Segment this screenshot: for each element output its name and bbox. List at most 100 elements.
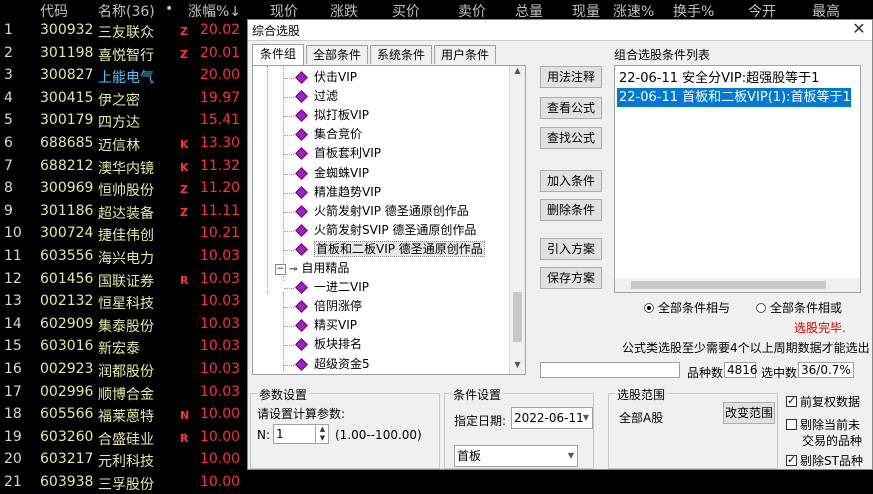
tree-item[interactable]: 伏击VIP bbox=[295, 68, 357, 87]
tab-condition-group[interactable]: 条件组 bbox=[252, 44, 304, 65]
date-picker[interactable]: 2022-06-11 ▼ bbox=[511, 407, 593, 429]
tree-item-label: 精准趋势VIP bbox=[314, 184, 381, 199]
table-row[interactable]: 7 688212 澳华内镜 K 11.32 bbox=[0, 156, 250, 179]
col-code[interactable]: 代码 bbox=[40, 1, 68, 21]
stock-name: 恒帅股份 bbox=[98, 183, 154, 200]
table-row[interactable]: 12 601456 国联证券 R 10.03 bbox=[0, 269, 250, 292]
col-change[interactable]: 涨跌 bbox=[330, 1, 358, 21]
table-row[interactable]: 6 688685 迈信林 K 13.30 bbox=[0, 133, 250, 156]
scroll-up-icon[interactable]: ▲ bbox=[510, 66, 525, 80]
table-row[interactable]: 15 603016 新宏泰 10.03 bbox=[0, 336, 250, 359]
col-open[interactable]: 今开 bbox=[748, 1, 776, 21]
add-condition-button[interactable]: 加入条件 bbox=[540, 170, 602, 192]
chevron-down-icon[interactable]: ▼ bbox=[568, 446, 574, 466]
table-row[interactable]: 21 603938 三孚股份 10.00 bbox=[0, 472, 250, 494]
view-formula-button[interactable]: 查看公式 bbox=[540, 97, 602, 119]
change-scope-button[interactable]: 改变范围 bbox=[723, 402, 775, 424]
stock-pct: 20.00 bbox=[200, 67, 241, 84]
find-formula-button[interactable]: 查找公式 bbox=[540, 127, 602, 149]
table-row[interactable]: 9 301186 超达装备 Z 11.11 bbox=[0, 201, 250, 224]
tree-group-node[interactable]: − ⊸ 自用精品 bbox=[275, 259, 349, 278]
condition-list-hscroll[interactable] bbox=[615, 278, 860, 292]
tree-item[interactable]: 集合竞价 bbox=[295, 125, 362, 144]
collapse-icon[interactable]: − bbox=[275, 264, 286, 275]
exclude-st-checkbox[interactable]: 剔除ST品种 bbox=[786, 452, 863, 469]
close-icon[interactable]: ✕ bbox=[850, 20, 868, 38]
select-value: 首板 bbox=[457, 449, 482, 463]
stock-pct: 11.20 bbox=[200, 180, 241, 197]
col-cur-vol[interactable]: 现量 bbox=[572, 1, 600, 21]
tree-item[interactable]: 首板套利VIP bbox=[295, 144, 381, 163]
row-index: 14 bbox=[4, 315, 22, 332]
condition-list-hscroll-thumb[interactable] bbox=[631, 281, 826, 289]
col-volume[interactable]: 总量 bbox=[515, 1, 543, 21]
param-group-title: 参数设置 bbox=[257, 386, 310, 403]
tree-item[interactable]: 火箭发射VIP 德圣通原创作品 bbox=[295, 202, 469, 221]
chevron-down-icon[interactable]: ▼ bbox=[583, 408, 589, 428]
tree-item[interactable]: 首板和二板VIP 德圣通原创作品 bbox=[295, 240, 485, 259]
table-row[interactable]: 3 300827 上能电气 20.00 bbox=[0, 65, 250, 88]
tree-item[interactable]: 精买VIP bbox=[295, 316, 357, 335]
scroll-down-icon[interactable]: ▼ bbox=[510, 360, 525, 374]
col-turnover[interactable]: 换手% bbox=[673, 1, 714, 21]
col-pct[interactable]: 涨幅%↓ bbox=[188, 1, 241, 21]
col-high[interactable]: 最高 bbox=[812, 1, 840, 21]
table-row[interactable]: 11 603556 海兴电力 10.03 bbox=[0, 246, 250, 269]
tab-all-conditions[interactable]: 全部条件 bbox=[306, 45, 368, 64]
load-scheme-button[interactable]: 引入方案 bbox=[540, 238, 602, 260]
condition-list[interactable]: 22-06-11 安全分VIP:超强股等于1 22-06-11 首板和二板VIP… bbox=[614, 65, 861, 293]
adjust-checkbox[interactable]: 前复权数据 bbox=[786, 393, 860, 410]
table-row[interactable]: 16 002923 润都股份 10.03 bbox=[0, 359, 250, 382]
row-index: 7 bbox=[4, 157, 13, 174]
formula-icon bbox=[295, 357, 308, 371]
tree-item[interactable]: 火箭发射SVIP 德圣通原创作品 bbox=[295, 221, 476, 240]
table-row[interactable]: 10 300724 捷佳伟创 10.21 bbox=[0, 223, 250, 246]
tree-item[interactable]: 精准趋势VIP bbox=[295, 183, 381, 202]
radio-all-and[interactable]: 全部条件相与 bbox=[644, 299, 730, 316]
checkbox-box[interactable] bbox=[786, 394, 797, 407]
table-row[interactable]: 17 002996 顺博合金 10.03 bbox=[0, 382, 250, 405]
tree-item[interactable]: 板块排名 bbox=[295, 335, 362, 354]
table-row[interactable]: 8 300969 恒帅股份 Z 11.20 bbox=[0, 178, 250, 201]
table-row[interactable]: 18 605566 福莱蒽特 N 10.00 bbox=[0, 404, 250, 427]
table-row[interactable]: 1 300932 三友联众 Z 20.02 bbox=[0, 20, 250, 43]
table-row[interactable]: 2 301198 喜悦智行 Z 20.01 bbox=[0, 43, 250, 66]
table-row[interactable]: 19 603260 合盛硅业 R 10.00 bbox=[0, 427, 250, 450]
exclude-suspended-checkbox[interactable]: 剔除当前未 bbox=[786, 416, 860, 433]
col-sell[interactable]: 卖价 bbox=[458, 1, 486, 21]
tree-item[interactable]: 金蜘蛛VIP bbox=[295, 164, 369, 183]
checkbox-box[interactable] bbox=[786, 419, 797, 430]
checkbox-box[interactable] bbox=[786, 453, 797, 466]
spinner-icon[interactable]: ▲ ▼ bbox=[315, 425, 329, 443]
condition-item[interactable]: 22-06-11 安全分VIP:超强股等于1 bbox=[617, 69, 819, 88]
formula-tree[interactable]: ▲ ▼ 伏击VIP 过滤 拟打板VIP 集合竞价 首板套利VIP 金蜘蛛VIP 精准趋势VI… bbox=[252, 65, 526, 375]
formula-output-select[interactable]: 首板 ▼ bbox=[454, 445, 578, 467]
condition-item-selected[interactable]: 22-06-11 首板和二板VIP(1):首板等于1 bbox=[617, 88, 851, 107]
tree-item[interactable]: 倍阴涨停 bbox=[295, 297, 362, 316]
col-speed[interactable]: 涨速% bbox=[613, 1, 654, 21]
tab-system-conditions[interactable]: 系统条件 bbox=[370, 45, 432, 64]
table-row[interactable]: 4 300415 伊之密 19.97 bbox=[0, 88, 250, 111]
usage-notes-button[interactable]: 用法注释 bbox=[540, 66, 602, 88]
table-row[interactable]: 5 300179 四方达 15.41 bbox=[0, 110, 250, 133]
delete-condition-button[interactable]: 删除条件 bbox=[540, 199, 602, 221]
table-row[interactable]: 13 002132 恒星科技 10.03 bbox=[0, 291, 250, 314]
col-name[interactable]: 名称(36) bbox=[98, 1, 155, 21]
tree-item[interactable]: 过滤 bbox=[295, 87, 338, 106]
table-row[interactable]: 14 602909 集泰股份 10.03 bbox=[0, 314, 250, 337]
tab-user-conditions[interactable]: 用户条件 bbox=[434, 45, 496, 64]
tree-scroll-thumb[interactable] bbox=[513, 292, 522, 342]
save-scheme-button[interactable]: 保存方案 bbox=[540, 267, 602, 289]
stock-name: 集泰股份 bbox=[98, 318, 154, 335]
col-price[interactable]: 现价 bbox=[270, 1, 298, 21]
tree-item[interactable]: 拟打板VIP bbox=[295, 106, 369, 125]
table-row[interactable]: 20 603217 元利科技 10.00 bbox=[0, 449, 250, 472]
tree-scrollbar[interactable]: ▲ ▼ bbox=[509, 66, 525, 374]
tree-item[interactable]: 超级资金5 bbox=[295, 355, 370, 374]
col-buy[interactable]: 买价 bbox=[392, 1, 420, 21]
stock-pct: 11.32 bbox=[200, 157, 241, 174]
radio-all-or[interactable]: 全部条件相或 bbox=[756, 299, 842, 316]
dialog-titlebar[interactable]: 综合选股 ✕ bbox=[248, 20, 872, 41]
stock-pct: 10.03 bbox=[200, 247, 241, 264]
tree-item[interactable]: 一进二VIP bbox=[295, 278, 369, 297]
